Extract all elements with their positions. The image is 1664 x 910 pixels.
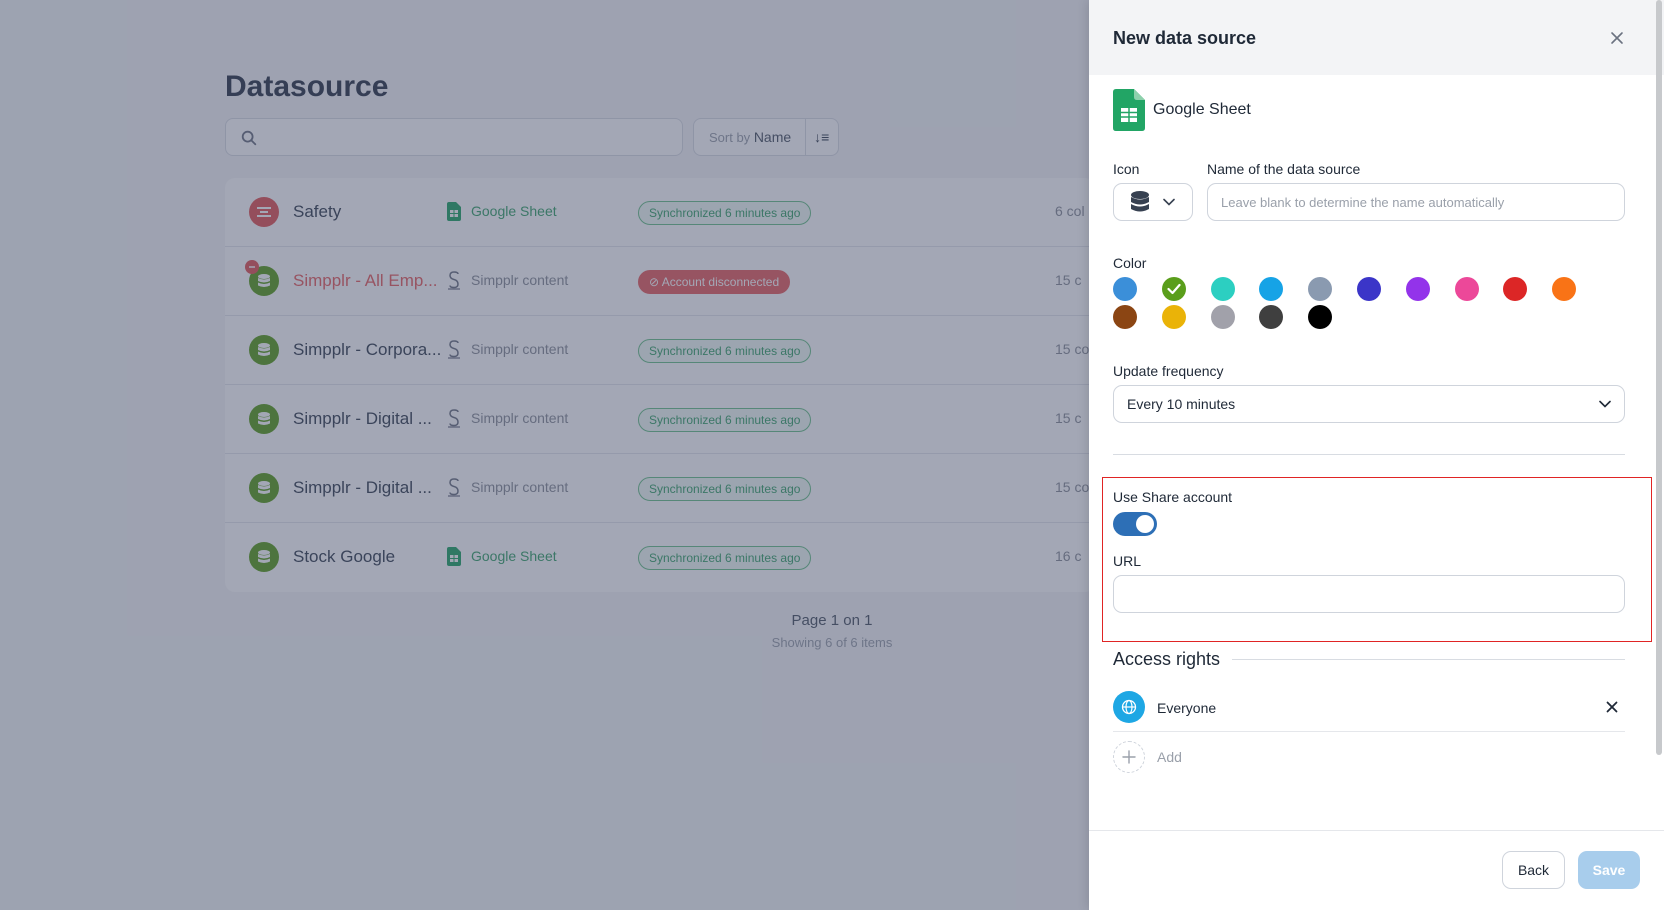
chevron-down-icon [1163,198,1175,206]
color-swatch[interactable] [1405,277,1430,301]
color-swatch[interactable] [1357,277,1381,301]
drawer-title: New data source [1113,28,1257,48]
color-swatch[interactable] [1161,305,1186,329]
color-swatch[interactable] [1210,305,1235,329]
color-swatch[interactable] [1308,305,1333,329]
color-swatch[interactable] [1259,305,1284,329]
check-icon [1167,283,1181,295]
access-entry: Everyone [1113,691,1625,732]
update-frequency-value: Every 10 minutes [1127,396,1236,412]
color-swatch[interactable] [1454,277,1479,301]
name-label: Name of the data source [1207,161,1361,177]
toggle-knob [1136,515,1154,533]
share-account-label: Use Share account [1113,489,1233,505]
remove-access-button[interactable] [1604,699,1620,715]
plus-icon [1113,741,1145,773]
url-label: URL [1113,553,1142,569]
color-swatch[interactable] [1113,277,1137,301]
share-account-toggle[interactable] [1113,512,1157,536]
color-swatch[interactable] [1113,305,1137,329]
access-rights-title: Access rights [1113,649,1233,670]
color-label: Color [1113,255,1147,271]
save-button[interactable]: Save [1578,851,1640,889]
color-swatch[interactable] [1161,277,1186,301]
google-sheet-icon [1113,89,1145,131]
chevron-down-icon [1599,400,1611,408]
footer-divider [1089,830,1664,831]
frequency-label: Update frequency [1113,363,1224,379]
close-button[interactable] [1606,27,1628,49]
data-source-type-label: Google Sheet [1153,101,1251,118]
icon-label: Icon [1113,161,1140,177]
color-swatch[interactable] [1259,277,1284,301]
database-icon [1131,191,1149,212]
color-swatch[interactable] [1308,277,1333,301]
drawer-scrollbar[interactable] [1656,0,1662,755]
section-divider [1113,454,1625,455]
back-button[interactable]: Back [1502,851,1565,889]
color-swatch[interactable] [1210,277,1235,301]
globe-icon [1113,691,1145,723]
access-entry-label: Everyone [1157,700,1217,716]
url-input[interactable] [1113,575,1625,613]
close-icon [1606,701,1618,713]
data-source-type: Google Sheet [1113,89,1251,131]
close-icon [1611,32,1623,44]
update-frequency-select[interactable]: Every 10 minutes [1113,385,1625,423]
drawer-header: New data source [1089,0,1664,75]
add-access-button[interactable]: Add [1113,741,1182,773]
data-source-name-input[interactable] [1207,183,1625,221]
color-swatch[interactable] [1552,277,1577,301]
add-access-label: Add [1157,749,1182,765]
icon-select[interactable] [1113,183,1193,221]
color-swatch[interactable] [1503,277,1528,301]
new-data-source-drawer: New data source Google Sheet Icon Name o… [1089,0,1664,910]
